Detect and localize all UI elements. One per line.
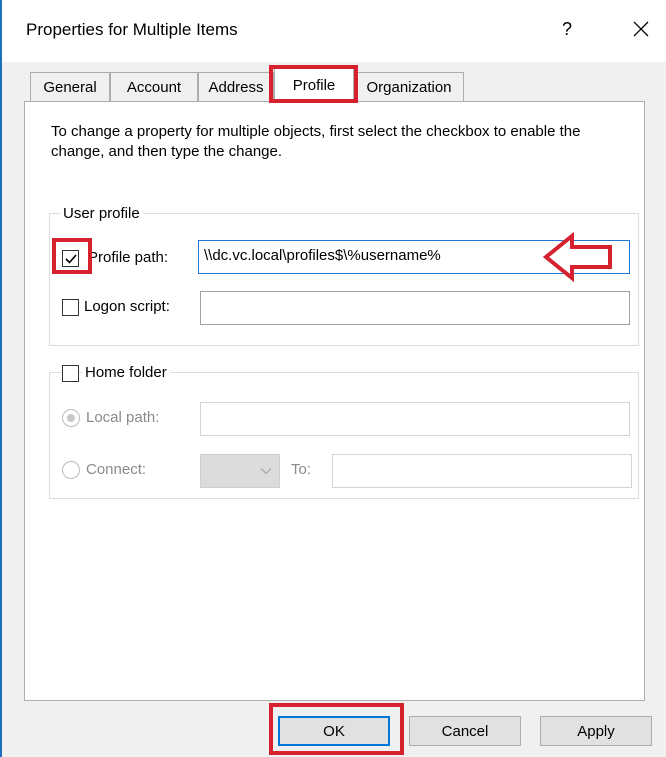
local-path-label: Local path: xyxy=(86,409,160,426)
close-button[interactable] xyxy=(624,12,658,46)
logon-script-checkbox[interactable] xyxy=(62,299,79,316)
chevron-down-icon xyxy=(260,468,272,475)
drive-letter-dropdown[interactable] xyxy=(200,454,280,488)
title-bar: Properties for Multiple Items ? xyxy=(0,0,666,62)
ok-button[interactable]: OK xyxy=(278,716,390,746)
tab-account[interactable]: Account xyxy=(110,72,198,101)
home-folder-label: Home folder xyxy=(82,361,170,383)
radio-selected-dot xyxy=(67,414,75,422)
cancel-button[interactable]: Cancel xyxy=(409,716,521,746)
tab-profile[interactable]: Profile xyxy=(274,68,354,102)
home-folder-checkbox[interactable] xyxy=(62,365,79,382)
profile-path-label: Profile path: xyxy=(88,249,169,266)
local-path-radio[interactable] xyxy=(62,409,80,427)
apply-button[interactable]: Apply xyxy=(540,716,652,746)
instructions-text: To change a property for multiple object… xyxy=(51,123,581,160)
connect-label: Connect: xyxy=(86,461,147,478)
window-title: Properties for Multiple Items xyxy=(26,20,238,39)
profile-path-checkbox[interactable] xyxy=(62,250,79,267)
tab-general[interactable]: General xyxy=(30,72,110,101)
tab-address[interactable]: Address xyxy=(198,72,274,101)
logon-script-label: Logon script: xyxy=(84,298,170,315)
connect-to-input[interactable] xyxy=(332,454,632,488)
local-path-input[interactable] xyxy=(200,402,630,436)
connect-radio[interactable] xyxy=(62,461,80,479)
help-button[interactable]: ? xyxy=(552,12,582,46)
user-profile-group-label: User profile xyxy=(60,202,143,224)
checkmark-icon xyxy=(65,254,77,264)
left-arrow-annotation xyxy=(542,232,612,282)
tab-organization[interactable]: Organization xyxy=(354,72,464,101)
logon-script-input[interactable] xyxy=(200,291,630,325)
close-icon xyxy=(633,21,649,37)
to-label: To: xyxy=(291,461,312,478)
